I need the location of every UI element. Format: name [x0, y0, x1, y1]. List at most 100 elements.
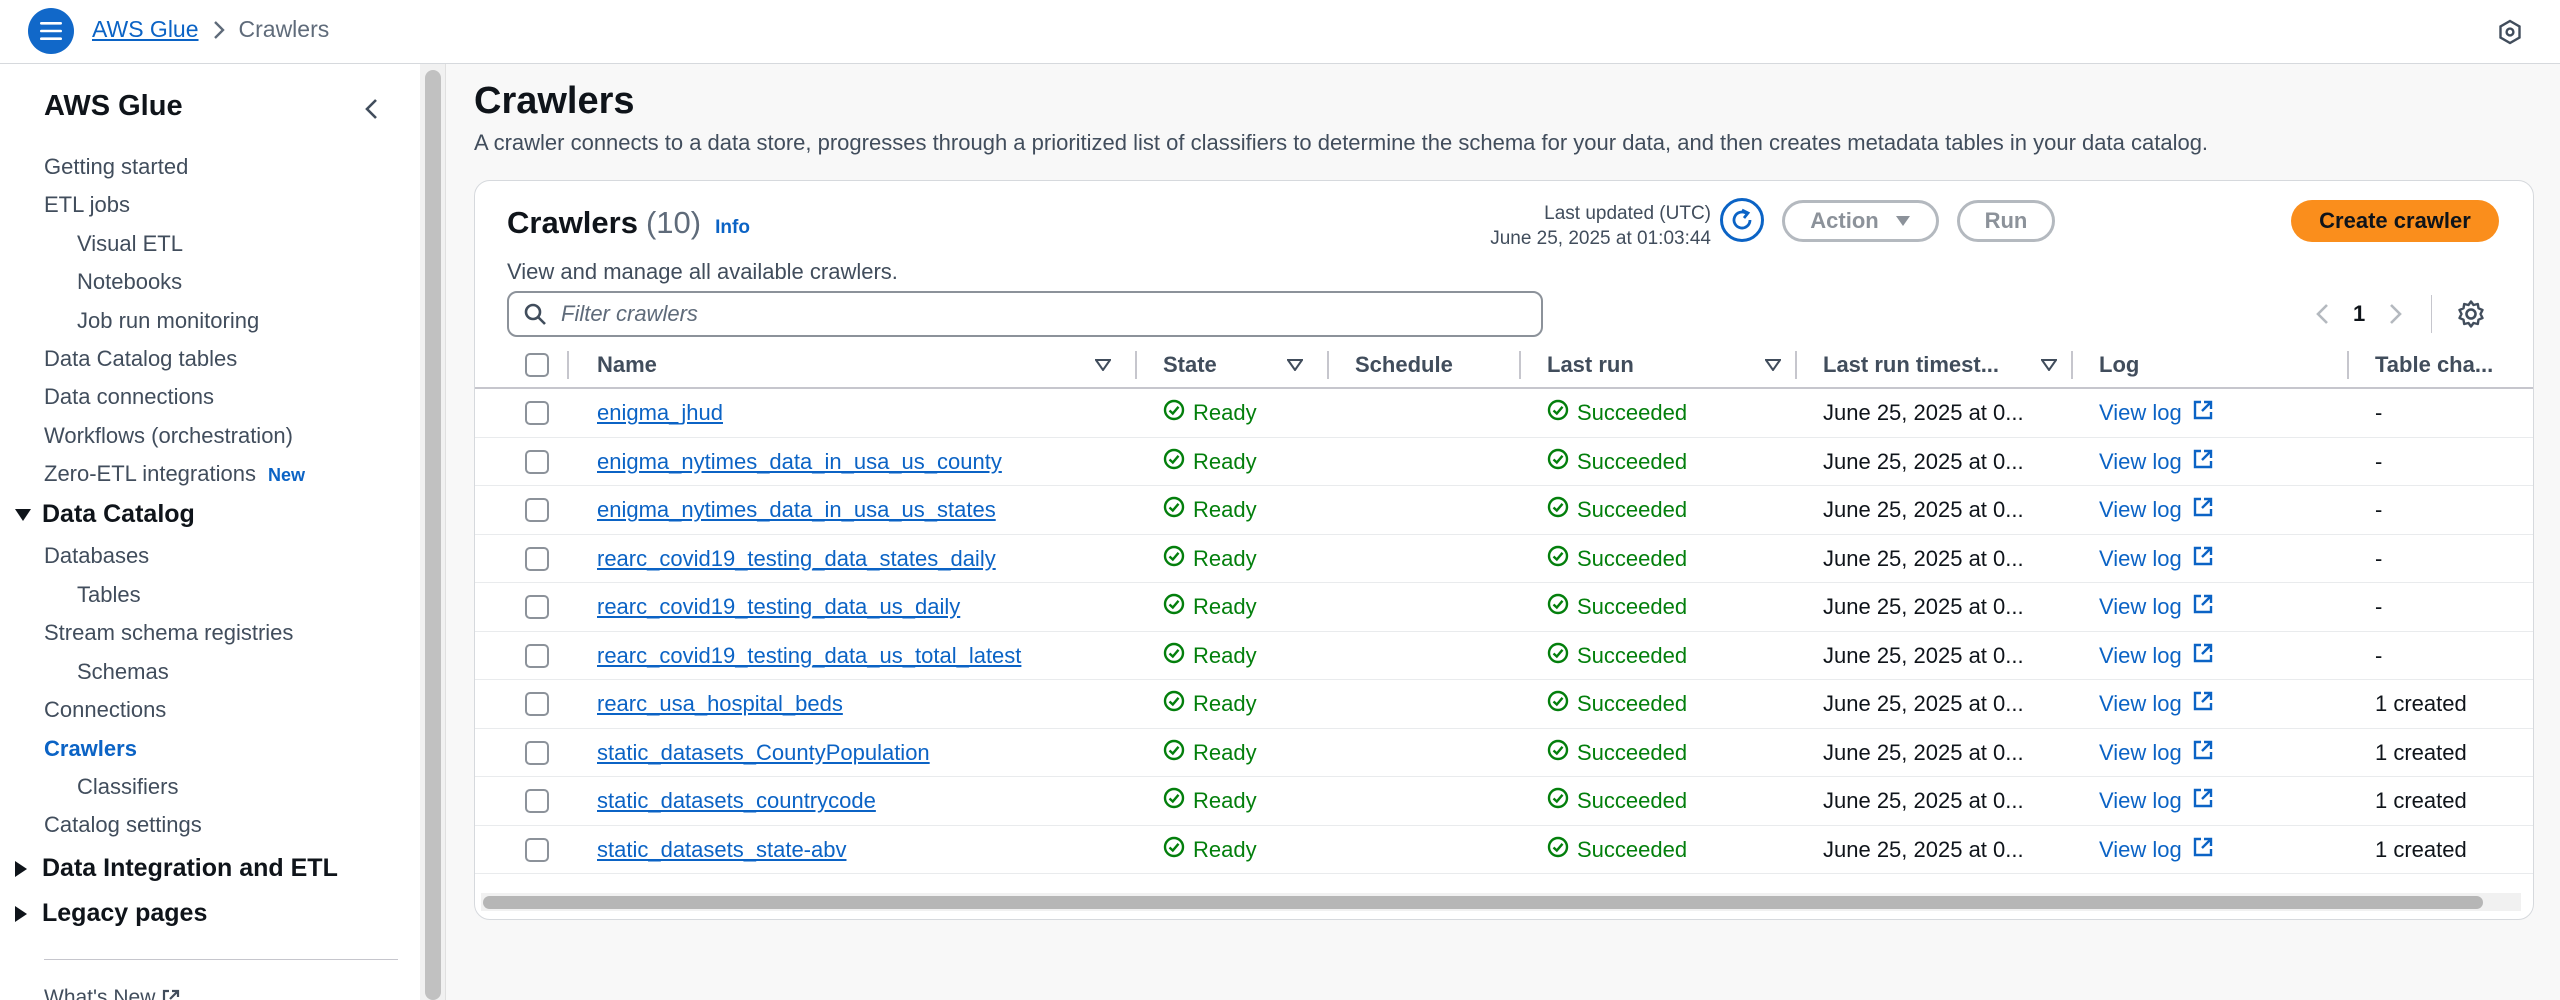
sidebar-item-crawlers[interactable]: Crawlers: [44, 736, 137, 762]
table-row[interactable]: enigma_nytimes_data_in_usa_us_county Read…: [475, 438, 2533, 486]
crawler-name-link[interactable]: enigma_nytimes_data_in_usa_us_county: [597, 449, 1002, 475]
sidebar-section-data-catalog[interactable]: Data Catalog: [14, 500, 195, 529]
table-row[interactable]: rearc_covid19_testing_data_states_daily R…: [475, 535, 2533, 583]
sidebar-item-catalog-settings[interactable]: Catalog settings: [44, 812, 202, 838]
crawler-name-link[interactable]: rearc_usa_hospital_beds: [597, 691, 843, 717]
sidebar-item-schemas[interactable]: Schemas: [77, 659, 169, 685]
sidebar-item-workflows[interactable]: Workflows (orchestration): [44, 423, 293, 449]
current-page[interactable]: 1: [2353, 301, 2365, 327]
view-log-link[interactable]: View log: [2099, 399, 2214, 427]
table-row[interactable]: enigma_jhud Ready Succeeded June 25, 2025 a…: [475, 389, 2533, 438]
view-log-link[interactable]: View log: [2099, 642, 2214, 670]
table-row[interactable]: rearc_usa_hospital_beds Ready Succeeded Jun…: [475, 680, 2533, 729]
row-checkbox[interactable]: [525, 449, 549, 474]
select-all-checkbox-cell[interactable]: [525, 341, 549, 389]
row-checkbox-cell[interactable]: [525, 680, 549, 728]
row-checkbox-cell[interactable]: [525, 583, 549, 631]
scrollbar-thumb[interactable]: [425, 70, 441, 1000]
sidebar-item-visual-etl[interactable]: Visual ETL: [77, 231, 183, 257]
sidebar-item-notebooks[interactable]: Notebooks: [77, 269, 182, 295]
row-checkbox[interactable]: [525, 740, 549, 765]
preferences-gear-icon[interactable]: [2456, 299, 2486, 329]
view-log-link[interactable]: View log: [2099, 739, 2214, 767]
column-header-table-changes[interactable]: Table cha...: [2375, 341, 2493, 389]
sidebar-section-legacy-pages[interactable]: Legacy pages: [14, 899, 207, 928]
table-row[interactable]: rearc_covid19_testing_data_us_daily Ready…: [475, 583, 2533, 632]
row-checkbox[interactable]: [525, 643, 549, 668]
filter-crawlers-input[interactable]: [561, 301, 1461, 327]
table-row[interactable]: enigma_nytimes_data_in_usa_us_states Read…: [475, 486, 2533, 535]
row-checkbox-cell[interactable]: [525, 632, 549, 680]
sort-down-icon[interactable]: [1765, 341, 1781, 389]
row-checkbox[interactable]: [525, 789, 549, 813]
previous-page-icon[interactable]: [2315, 303, 2329, 325]
refresh-button[interactable]: [1720, 198, 1764, 242]
row-checkbox[interactable]: [525, 498, 549, 522]
menu-button[interactable]: [28, 8, 74, 54]
create-crawler-button[interactable]: Create crawler: [2291, 200, 2499, 242]
sidebar-item-stream-schema-registries[interactable]: Stream schema registries: [44, 620, 293, 646]
next-page-icon[interactable]: [2389, 303, 2403, 325]
column-header-last-run-timestamp[interactable]: Last run timest...: [1823, 341, 1999, 389]
crawler-name-link[interactable]: rearc_covid19_testing_data_us_total_late…: [597, 643, 1021, 669]
row-checkbox-cell[interactable]: [525, 486, 549, 534]
view-log-link[interactable]: View log: [2099, 448, 2214, 476]
sidebar-scrollbar[interactable]: [420, 64, 446, 1000]
row-checkbox[interactable]: [525, 546, 549, 571]
run-button[interactable]: Run: [1957, 200, 2055, 242]
action-dropdown-button[interactable]: Action: [1782, 200, 1939, 242]
view-log-link[interactable]: View log: [2099, 836, 2214, 864]
column-header-schedule[interactable]: Schedule: [1355, 341, 1453, 389]
crawler-name-link[interactable]: enigma_jhud: [597, 400, 723, 426]
filter-box[interactable]: [507, 291, 1543, 337]
horizontal-scrollbar[interactable]: [481, 893, 2521, 911]
sidebar-item-zero-etl[interactable]: Zero-ETL integrations New: [44, 461, 305, 487]
view-log-link[interactable]: View log: [2099, 593, 2214, 621]
view-log-link[interactable]: View log: [2099, 690, 2214, 718]
crawler-name-link[interactable]: rearc_covid19_testing_data_us_daily: [597, 594, 960, 620]
table-row[interactable]: static_datasets_CountyPopulation Ready Suc…: [475, 729, 2533, 777]
row-checkbox[interactable]: [525, 595, 549, 619]
row-checkbox-cell[interactable]: [525, 438, 549, 486]
view-log-link[interactable]: View log: [2099, 787, 2214, 815]
sidebar-item-connections[interactable]: Connections: [44, 697, 166, 723]
whats-new-link[interactable]: What's New: [44, 986, 181, 1000]
sort-down-icon[interactable]: [1095, 341, 1111, 389]
row-checkbox-cell[interactable]: [525, 729, 549, 777]
crawler-name-link[interactable]: enigma_nytimes_data_in_usa_us_states: [597, 497, 996, 523]
crawler-name-link[interactable]: static_datasets_CountyPopulation: [597, 740, 930, 766]
info-link[interactable]: Info: [715, 217, 750, 239]
row-checkbox[interactable]: [525, 401, 549, 425]
row-checkbox-cell[interactable]: [525, 535, 549, 583]
crawler-name-link[interactable]: static_datasets_state-abv: [597, 837, 846, 863]
sidebar-item-classifiers[interactable]: Classifiers: [77, 774, 178, 800]
row-checkbox[interactable]: [525, 837, 549, 862]
collapse-sidebar-button[interactable]: [356, 94, 386, 124]
column-header-name[interactable]: Name: [597, 341, 657, 389]
select-all-checkbox[interactable]: [525, 353, 549, 377]
crawler-name-link[interactable]: static_datasets_countrycode: [597, 788, 876, 814]
sidebar-item-data-connections[interactable]: Data connections: [44, 384, 214, 410]
sidebar-item-data-catalog-tables[interactable]: Data Catalog tables: [44, 346, 237, 372]
column-header-last-run[interactable]: Last run: [1547, 341, 1634, 389]
sidebar-item-getting-started[interactable]: Getting started: [44, 154, 188, 180]
sort-down-icon[interactable]: [1287, 341, 1303, 389]
breadcrumb-aws-glue-link[interactable]: AWS Glue: [92, 16, 199, 43]
sidebar-item-databases[interactable]: Databases: [44, 543, 149, 569]
sidebar-section-data-integration[interactable]: Data Integration and ETL: [14, 854, 338, 883]
column-header-state[interactable]: State: [1163, 341, 1217, 389]
view-log-link[interactable]: View log: [2099, 545, 2214, 573]
row-checkbox[interactable]: [525, 692, 549, 716]
row-checkbox-cell[interactable]: [525, 777, 549, 825]
settings-hexagon-icon[interactable]: [2494, 16, 2526, 48]
table-row[interactable]: rearc_covid19_testing_data_us_total_late…: [475, 632, 2533, 680]
column-header-log[interactable]: Log: [2099, 341, 2139, 389]
sidebar-item-job-run-monitoring[interactable]: Job run monitoring: [77, 308, 259, 334]
scrollbar-thumb[interactable]: [483, 896, 2483, 909]
sidebar-item-tables[interactable]: Tables: [77, 582, 141, 608]
crawler-name-link[interactable]: rearc_covid19_testing_data_states_daily: [597, 546, 996, 572]
view-log-link[interactable]: View log: [2099, 496, 2214, 524]
row-checkbox-cell[interactable]: [525, 826, 549, 874]
table-row[interactable]: static_datasets_state-abv Ready Succeeded J…: [475, 826, 2533, 874]
sort-down-icon[interactable]: [2041, 341, 2057, 389]
